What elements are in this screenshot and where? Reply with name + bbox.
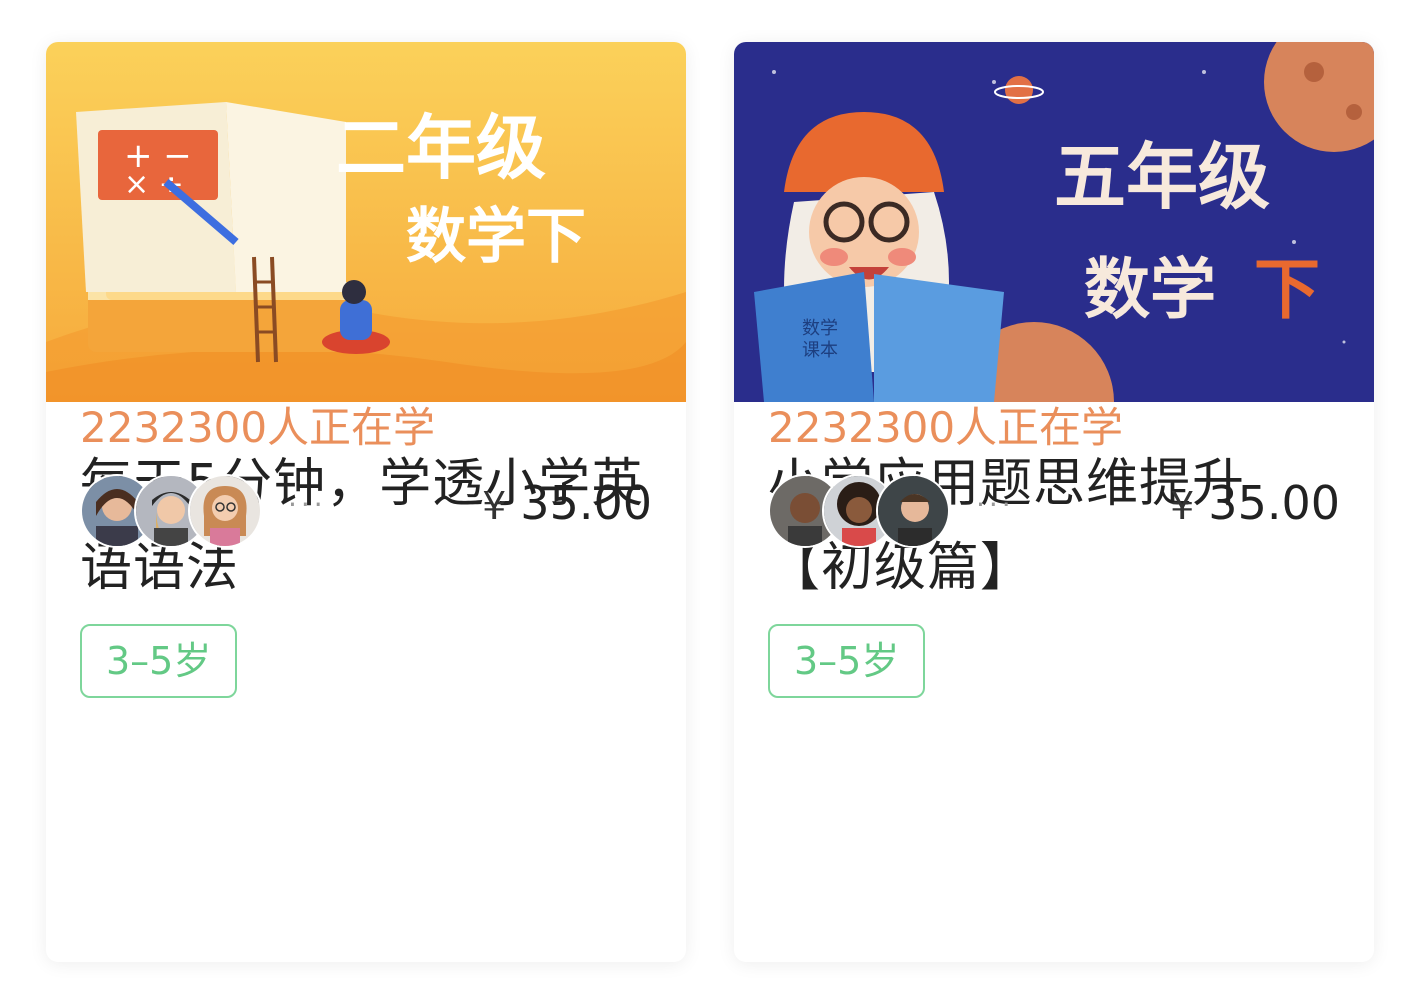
avatar	[876, 474, 950, 548]
more-learners-ellipsis[interactable]: ···	[288, 488, 327, 521]
price-value: 35.00	[520, 476, 652, 530]
card-footer: ··· ¥35.00	[768, 474, 1340, 548]
learner-count: 2232300人正在学	[80, 403, 436, 452]
avatar	[188, 474, 262, 548]
course-card[interactable]: 数学 课本 五年级 数学 下 小学应用题思维提升【初级篇】 3–5岁 22323…	[734, 42, 1374, 962]
course-cover-image[interactable]: + − × ÷ 二年级 数学下	[46, 42, 686, 402]
more-learners-ellipsis[interactable]: ···	[976, 488, 1015, 521]
cover-title-extra: 下	[1254, 251, 1320, 328]
currency-symbol: ¥	[482, 484, 507, 528]
currency-symbol: ¥	[1170, 484, 1195, 528]
course-cover-image[interactable]: 数学 课本 五年级 数学 下	[734, 42, 1374, 402]
course-grid: + − × ÷ 二年级 数学下 每天5分钟，学透小学英语语法 3–5岁 2232…	[0, 0, 1418, 1008]
cover-title-line2: 数学下	[406, 202, 586, 272]
cover-title-line1: 五年级	[1054, 135, 1270, 219]
cover-title-line1: 二年级	[336, 107, 546, 189]
card-footer: ··· ¥35.00	[80, 474, 652, 548]
course-price: ¥35.00	[482, 476, 652, 530]
age-tag: 3–5岁	[768, 624, 926, 698]
price-value: 35.00	[1208, 476, 1340, 530]
course-card[interactable]: + − × ÷ 二年级 数学下 每天5分钟，学透小学英语语法 3–5岁 2232…	[46, 42, 686, 962]
cover-title-line2: 数学	[1084, 251, 1216, 328]
book-text-line2: 课本	[802, 340, 838, 361]
age-tag: 3–5岁	[80, 624, 238, 698]
cover-illustration: 数学 课本 五年级 数学 下	[734, 42, 1374, 402]
learner-count: 2232300人正在学	[768, 403, 1124, 452]
course-price: ¥35.00	[1170, 476, 1340, 530]
cover-illustration: + − × ÷ 二年级 数学下	[46, 42, 686, 402]
book-text-line1: 数学	[802, 318, 838, 339]
